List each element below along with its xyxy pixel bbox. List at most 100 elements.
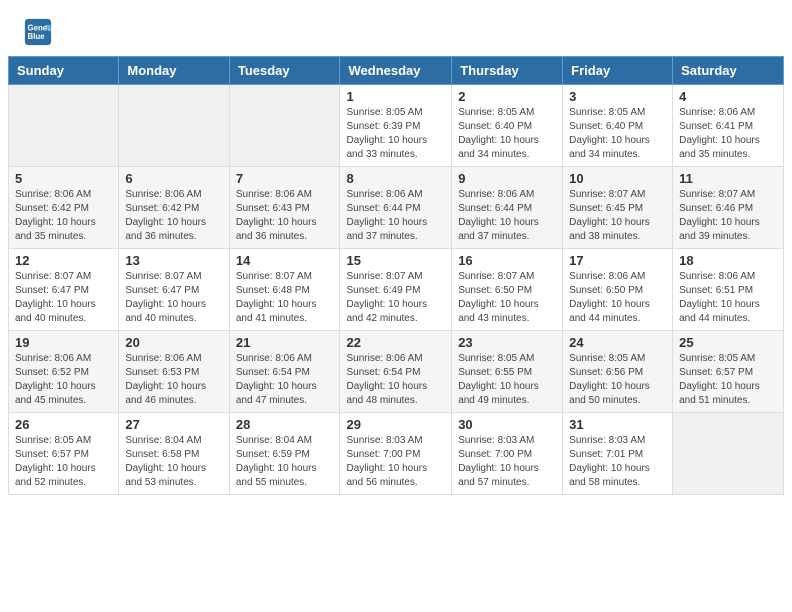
day-number: 9: [458, 171, 556, 186]
calendar-cell: 4 Sunrise: 8:06 AM Sunset: 6:41 PM Daylig…: [673, 85, 784, 167]
header-day-monday: Monday: [119, 57, 229, 85]
calendar-cell: 15 Sunrise: 8:07 AM Sunset: 6:49 PM Dayli…: [340, 249, 452, 331]
calendar-cell: 30 Sunrise: 8:03 AM Sunset: 7:00 PM Dayli…: [452, 413, 563, 495]
day-number: 27: [125, 417, 222, 432]
day-info: Sunrise: 8:06 AM Sunset: 6:52 PM Dayligh…: [15, 352, 112, 408]
header-day-tuesday: Tuesday: [229, 57, 340, 85]
day-number: 29: [346, 417, 445, 432]
day-info: Sunrise: 8:05 AM Sunset: 6:57 PM Dayligh…: [679, 352, 777, 408]
day-number: 6: [125, 171, 222, 186]
day-number: 1: [346, 89, 445, 104]
calendar-cell: 20 Sunrise: 8:06 AM Sunset: 6:53 PM Dayli…: [119, 331, 229, 413]
header-row: SundayMondayTuesdayWednesdayThursdayFrid…: [9, 57, 784, 85]
calendar-cell: [119, 85, 229, 167]
calendar-cell: 5 Sunrise: 8:06 AM Sunset: 6:42 PM Daylig…: [9, 167, 119, 249]
calendar-cell: 23 Sunrise: 8:05 AM Sunset: 6:55 PM Dayli…: [452, 331, 563, 413]
day-info: Sunrise: 8:06 AM Sunset: 6:44 PM Dayligh…: [346, 188, 445, 244]
day-number: 30: [458, 417, 556, 432]
day-number: 26: [15, 417, 112, 432]
logo: General Blue: [24, 18, 56, 46]
day-info: Sunrise: 8:07 AM Sunset: 6:48 PM Dayligh…: [236, 270, 334, 326]
calendar-table: SundayMondayTuesdayWednesdayThursdayFrid…: [8, 56, 784, 495]
day-info: Sunrise: 8:06 AM Sunset: 6:41 PM Dayligh…: [679, 106, 777, 162]
calendar-cell: 29 Sunrise: 8:03 AM Sunset: 7:00 PM Dayli…: [340, 413, 452, 495]
calendar-cell: 3 Sunrise: 8:05 AM Sunset: 6:40 PM Daylig…: [563, 85, 673, 167]
day-number: 8: [346, 171, 445, 186]
day-info: Sunrise: 8:06 AM Sunset: 6:51 PM Dayligh…: [679, 270, 777, 326]
calendar-cell: 28Sunrise: 8:04 AM Sunset: 6:59 PM Dayli…: [229, 413, 340, 495]
day-number: 18: [679, 253, 777, 268]
day-number: 23: [458, 335, 556, 350]
calendar-cell: 12 Sunrise: 8:07 AM Sunset: 6:47 PM Dayli…: [9, 249, 119, 331]
header-day-sunday: Sunday: [9, 57, 119, 85]
calendar-cell: 1 Sunrise: 8:05 AM Sunset: 6:39 PM Daylig…: [340, 85, 452, 167]
calendar-cell: 16 Sunrise: 8:07 AM Sunset: 6:50 PM Dayli…: [452, 249, 563, 331]
day-number: 12: [15, 253, 112, 268]
calendar-cell: 26 Sunrise: 8:05 AM Sunset: 6:57 PM Dayli…: [9, 413, 119, 495]
calendar-week-1: 1 Sunrise: 8:05 AM Sunset: 6:39 PM Daylig…: [9, 85, 784, 167]
day-info: Sunrise: 8:04 AM Sunset: 6:58 PM Dayligh…: [125, 434, 222, 490]
day-number: 7: [236, 171, 334, 186]
day-info: Sunrise: 8:06 AM Sunset: 6:42 PM Dayligh…: [15, 188, 112, 244]
header-day-friday: Friday: [563, 57, 673, 85]
calendar-cell: 7Sunrise: 8:06 AM Sunset: 6:43 PM Daylig…: [229, 167, 340, 249]
day-info: Sunrise: 8:05 AM Sunset: 6:56 PM Dayligh…: [569, 352, 666, 408]
calendar-cell: 9 Sunrise: 8:06 AM Sunset: 6:44 PM Daylig…: [452, 167, 563, 249]
calendar-cell: [229, 85, 340, 167]
day-number: 15: [346, 253, 445, 268]
calendar-cell: 17 Sunrise: 8:06 AM Sunset: 6:50 PM Dayli…: [563, 249, 673, 331]
day-number: 3: [569, 89, 666, 104]
calendar-week-2: 5 Sunrise: 8:06 AM Sunset: 6:42 PM Daylig…: [9, 167, 784, 249]
day-number: 4: [679, 89, 777, 104]
calendar-cell: 22Sunrise: 8:06 AM Sunset: 6:54 PM Dayli…: [340, 331, 452, 413]
day-number: 19: [15, 335, 112, 350]
calendar-cell: 24 Sunrise: 8:05 AM Sunset: 6:56 PM Dayli…: [563, 331, 673, 413]
calendar-cell: 8 Sunrise: 8:06 AM Sunset: 6:44 PM Daylig…: [340, 167, 452, 249]
calendar-week-4: 19 Sunrise: 8:06 AM Sunset: 6:52 PM Dayli…: [9, 331, 784, 413]
calendar-wrapper: SundayMondayTuesdayWednesdayThursdayFrid…: [0, 56, 792, 503]
calendar-cell: 18 Sunrise: 8:06 AM Sunset: 6:51 PM Dayli…: [673, 249, 784, 331]
calendar-cell: 31 Sunrise: 8:03 AM Sunset: 7:01 PM Dayli…: [563, 413, 673, 495]
day-info: Sunrise: 8:05 AM Sunset: 6:39 PM Dayligh…: [346, 106, 445, 162]
header-day-saturday: Saturday: [673, 57, 784, 85]
day-info: Sunrise: 8:03 AM Sunset: 7:00 PM Dayligh…: [346, 434, 445, 490]
day-number: 16: [458, 253, 556, 268]
calendar-cell: [9, 85, 119, 167]
calendar-cell: 6Sunrise: 8:06 AM Sunset: 6:42 PM Daylig…: [119, 167, 229, 249]
calendar-week-3: 12 Sunrise: 8:07 AM Sunset: 6:47 PM Dayli…: [9, 249, 784, 331]
calendar-cell: 27 Sunrise: 8:04 AM Sunset: 6:58 PM Dayli…: [119, 413, 229, 495]
day-info: Sunrise: 8:03 AM Sunset: 7:01 PM Dayligh…: [569, 434, 666, 490]
day-number: 20: [125, 335, 222, 350]
day-info: Sunrise: 8:03 AM Sunset: 7:00 PM Dayligh…: [458, 434, 556, 490]
day-info: Sunrise: 8:05 AM Sunset: 6:40 PM Dayligh…: [458, 106, 556, 162]
calendar-cell: [673, 413, 784, 495]
day-number: 31: [569, 417, 666, 432]
day-info: Sunrise: 8:07 AM Sunset: 6:49 PM Dayligh…: [346, 270, 445, 326]
day-info: Sunrise: 8:07 AM Sunset: 6:47 PM Dayligh…: [125, 270, 222, 326]
calendar-cell: 25 Sunrise: 8:05 AM Sunset: 6:57 PM Dayli…: [673, 331, 784, 413]
calendar-cell: 11Sunrise: 8:07 AM Sunset: 6:46 PM Dayli…: [673, 167, 784, 249]
day-info: Sunrise: 8:07 AM Sunset: 6:50 PM Dayligh…: [458, 270, 556, 326]
calendar-week-5: 26 Sunrise: 8:05 AM Sunset: 6:57 PM Dayli…: [9, 413, 784, 495]
calendar-cell: 14 Sunrise: 8:07 AM Sunset: 6:48 PM Dayli…: [229, 249, 340, 331]
day-info: Sunrise: 8:05 AM Sunset: 6:57 PM Dayligh…: [15, 434, 112, 490]
day-info: Sunrise: 8:07 AM Sunset: 6:46 PM Dayligh…: [679, 188, 777, 244]
day-number: 21: [236, 335, 334, 350]
svg-text:Blue: Blue: [28, 32, 46, 41]
day-info: Sunrise: 8:05 AM Sunset: 6:55 PM Dayligh…: [458, 352, 556, 408]
day-number: 17: [569, 253, 666, 268]
day-number: 13: [125, 253, 222, 268]
day-info: Sunrise: 8:07 AM Sunset: 6:47 PM Dayligh…: [15, 270, 112, 326]
day-number: 5: [15, 171, 112, 186]
day-info: Sunrise: 8:05 AM Sunset: 6:40 PM Dayligh…: [569, 106, 666, 162]
calendar-cell: 10Sunrise: 8:07 AM Sunset: 6:45 PM Dayli…: [563, 167, 673, 249]
day-info: Sunrise: 8:06 AM Sunset: 6:44 PM Dayligh…: [458, 188, 556, 244]
day-number: 14: [236, 253, 334, 268]
day-info: Sunrise: 8:07 AM Sunset: 6:45 PM Dayligh…: [569, 188, 666, 244]
day-number: 25: [679, 335, 777, 350]
day-number: 24: [569, 335, 666, 350]
header-day-thursday: Thursday: [452, 57, 563, 85]
day-number: 22: [346, 335, 445, 350]
day-info: Sunrise: 8:06 AM Sunset: 6:50 PM Dayligh…: [569, 270, 666, 326]
day-info: Sunrise: 8:06 AM Sunset: 6:53 PM Dayligh…: [125, 352, 222, 408]
